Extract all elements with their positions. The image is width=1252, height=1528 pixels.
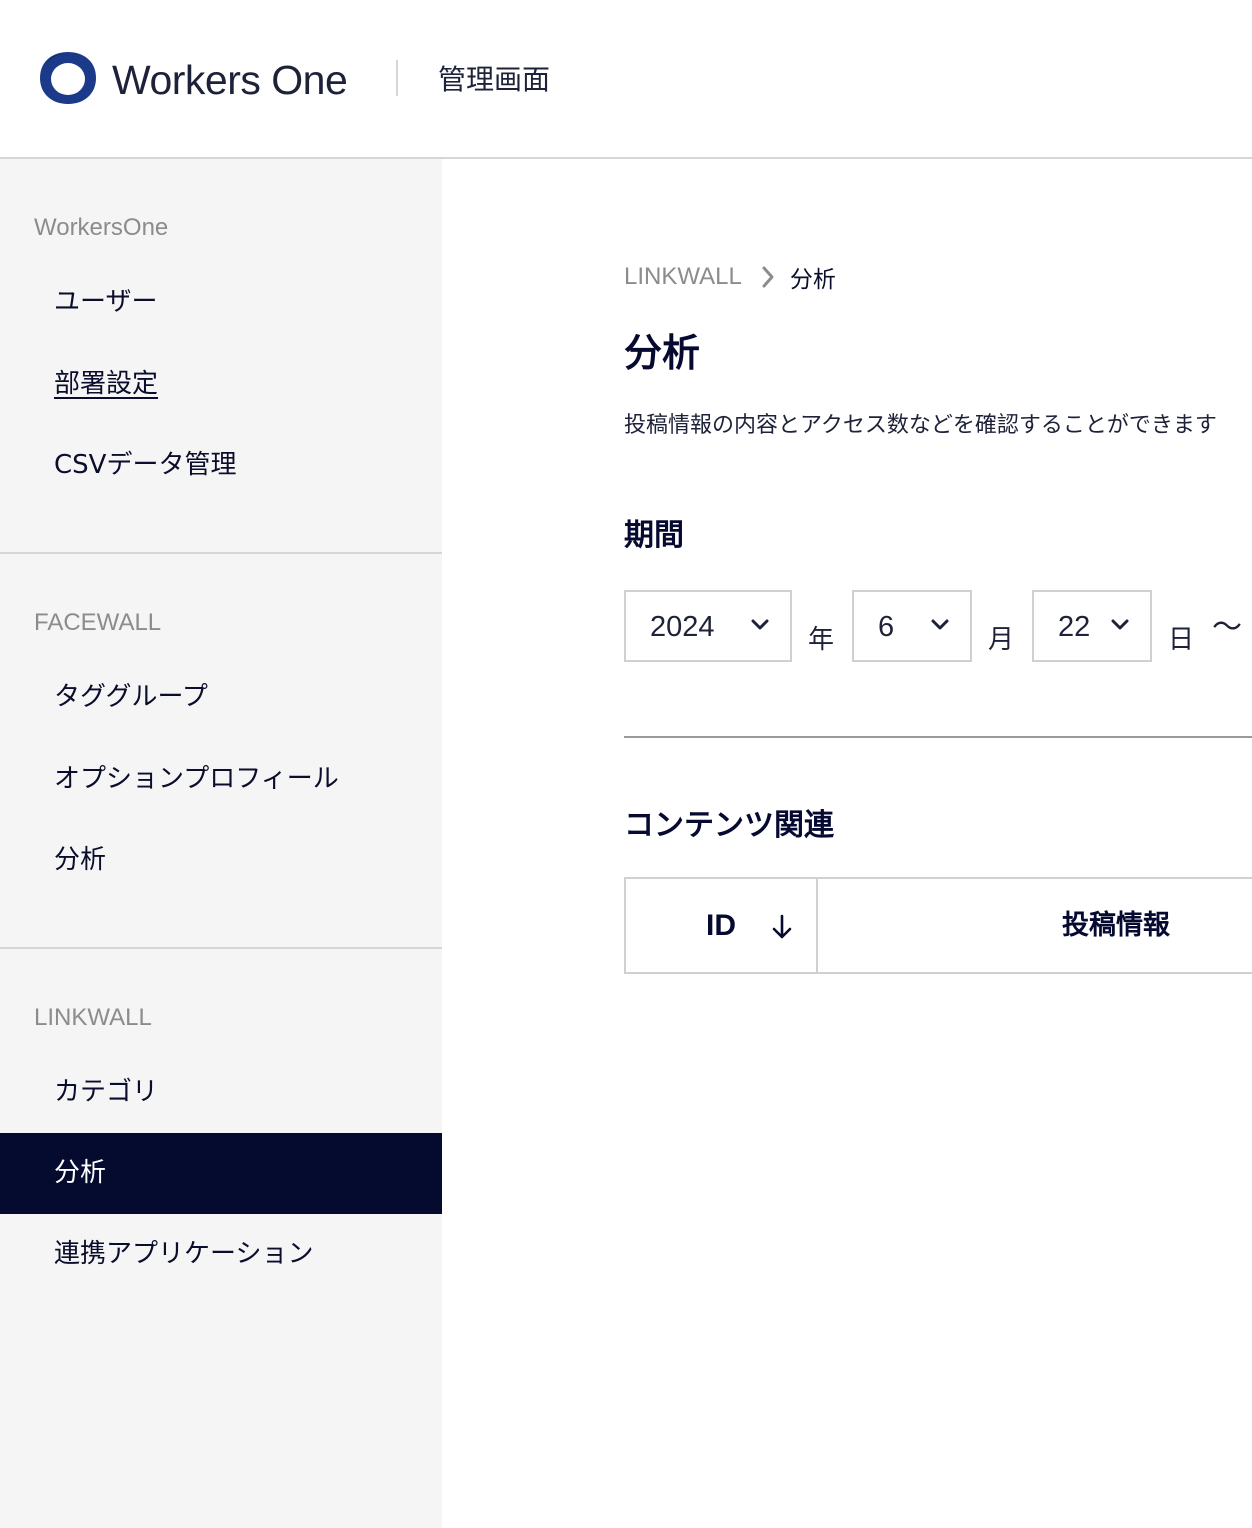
chevron-down-icon (931, 619, 949, 630)
period-heading: 期間 (624, 518, 684, 553)
day-select[interactable]: 22 (1032, 590, 1152, 662)
breadcrumb-link-linkwall[interactable]: LINKWALL (624, 263, 742, 291)
sidebar-item-linkwall-analytics[interactable]: 分析 (0, 1133, 442, 1214)
month-select-value: 6 (878, 611, 895, 643)
sidebar-item-users[interactable]: ユーザー (0, 262, 442, 343)
sidebar-item-csv-data[interactable]: CSVデータ管理 (0, 425, 442, 506)
page-description: 投稿情報の内容とアクセス数などを確認することができます (624, 413, 1217, 438)
sidebar-item-linked-apps[interactable]: 連携アプリケーション (0, 1214, 442, 1295)
sidebar-section-linkwall: LINKWALL (34, 1004, 152, 1031)
sidebar-item-label: CSVデータ管理 (54, 450, 237, 480)
section-divider (624, 736, 1252, 738)
page-title: 分析 (624, 331, 701, 375)
year-select-value: 2024 (650, 611, 715, 643)
year-unit: 年 (808, 625, 835, 655)
sidebar-section-facewall: FACEWALL (34, 609, 162, 636)
chevron-right-icon (762, 266, 774, 288)
sidebar: WorkersOne ユーザー 部署設定 CSVデータ管理 FACEWALL タ… (0, 159, 442, 1528)
sidebar-item-option-profile[interactable]: オプションプロフィール (0, 739, 442, 820)
sidebar-item-tag-groups[interactable]: タググループ (0, 657, 442, 738)
sidebar-item-label: 分析 (54, 1158, 107, 1188)
breadcrumb: LINKWALL 分析 (624, 260, 836, 294)
breadcrumb-current: 分析 (789, 267, 836, 293)
column-header-id[interactable]: ID (626, 879, 818, 972)
month-unit: 月 (988, 625, 1015, 655)
year-select[interactable]: 2024 (624, 590, 792, 662)
sidebar-item-label: タググループ (54, 682, 208, 712)
workers-one-logo-icon[interactable] (38, 50, 98, 106)
app-header: Workers One 管理画面 (0, 0, 1252, 159)
sidebar-item-label: 分析 (54, 845, 107, 875)
month-select[interactable]: 6 (852, 590, 972, 662)
column-header-post-info[interactable]: 投稿情報 (1062, 879, 1170, 972)
content-table: ID 投稿情報 (624, 877, 1252, 974)
sidebar-item-label: ユーザー (54, 287, 158, 317)
sidebar-divider (0, 552, 442, 554)
header-subtitle: 管理画面 (438, 63, 551, 96)
sidebar-item-label: カテゴリ (54, 1077, 159, 1107)
chevron-down-icon (751, 619, 769, 630)
sort-arrow-down-icon[interactable] (771, 913, 793, 941)
header-divider (396, 60, 398, 96)
sidebar-item-label: 部署設定 (54, 369, 159, 399)
sidebar-item-facewall-analytics[interactable]: 分析 (0, 820, 442, 901)
day-select-value: 22 (1058, 611, 1091, 643)
day-unit: 日 (1168, 625, 1195, 655)
sidebar-divider (0, 947, 442, 949)
sidebar-item-categories[interactable]: カテゴリ (0, 1052, 442, 1133)
sidebar-section-workersone: WorkersOne (34, 214, 169, 241)
sidebar-item-label: 連携アプリケーション (54, 1239, 314, 1269)
sidebar-item-departments[interactable]: 部署設定 (0, 344, 442, 425)
chevron-down-icon (1111, 619, 1129, 630)
brand-name: Workers One (112, 57, 348, 103)
content-heading: コンテンツ関連 (624, 808, 834, 843)
column-header-label: ID (706, 909, 736, 942)
sidebar-item-label: オプションプロフィール (54, 764, 339, 794)
range-separator: 〜 (1212, 610, 1242, 645)
main-content: LINKWALL 分析 分析 投稿情報の内容とアクセス数などを確認することができ… (442, 160, 1252, 1528)
